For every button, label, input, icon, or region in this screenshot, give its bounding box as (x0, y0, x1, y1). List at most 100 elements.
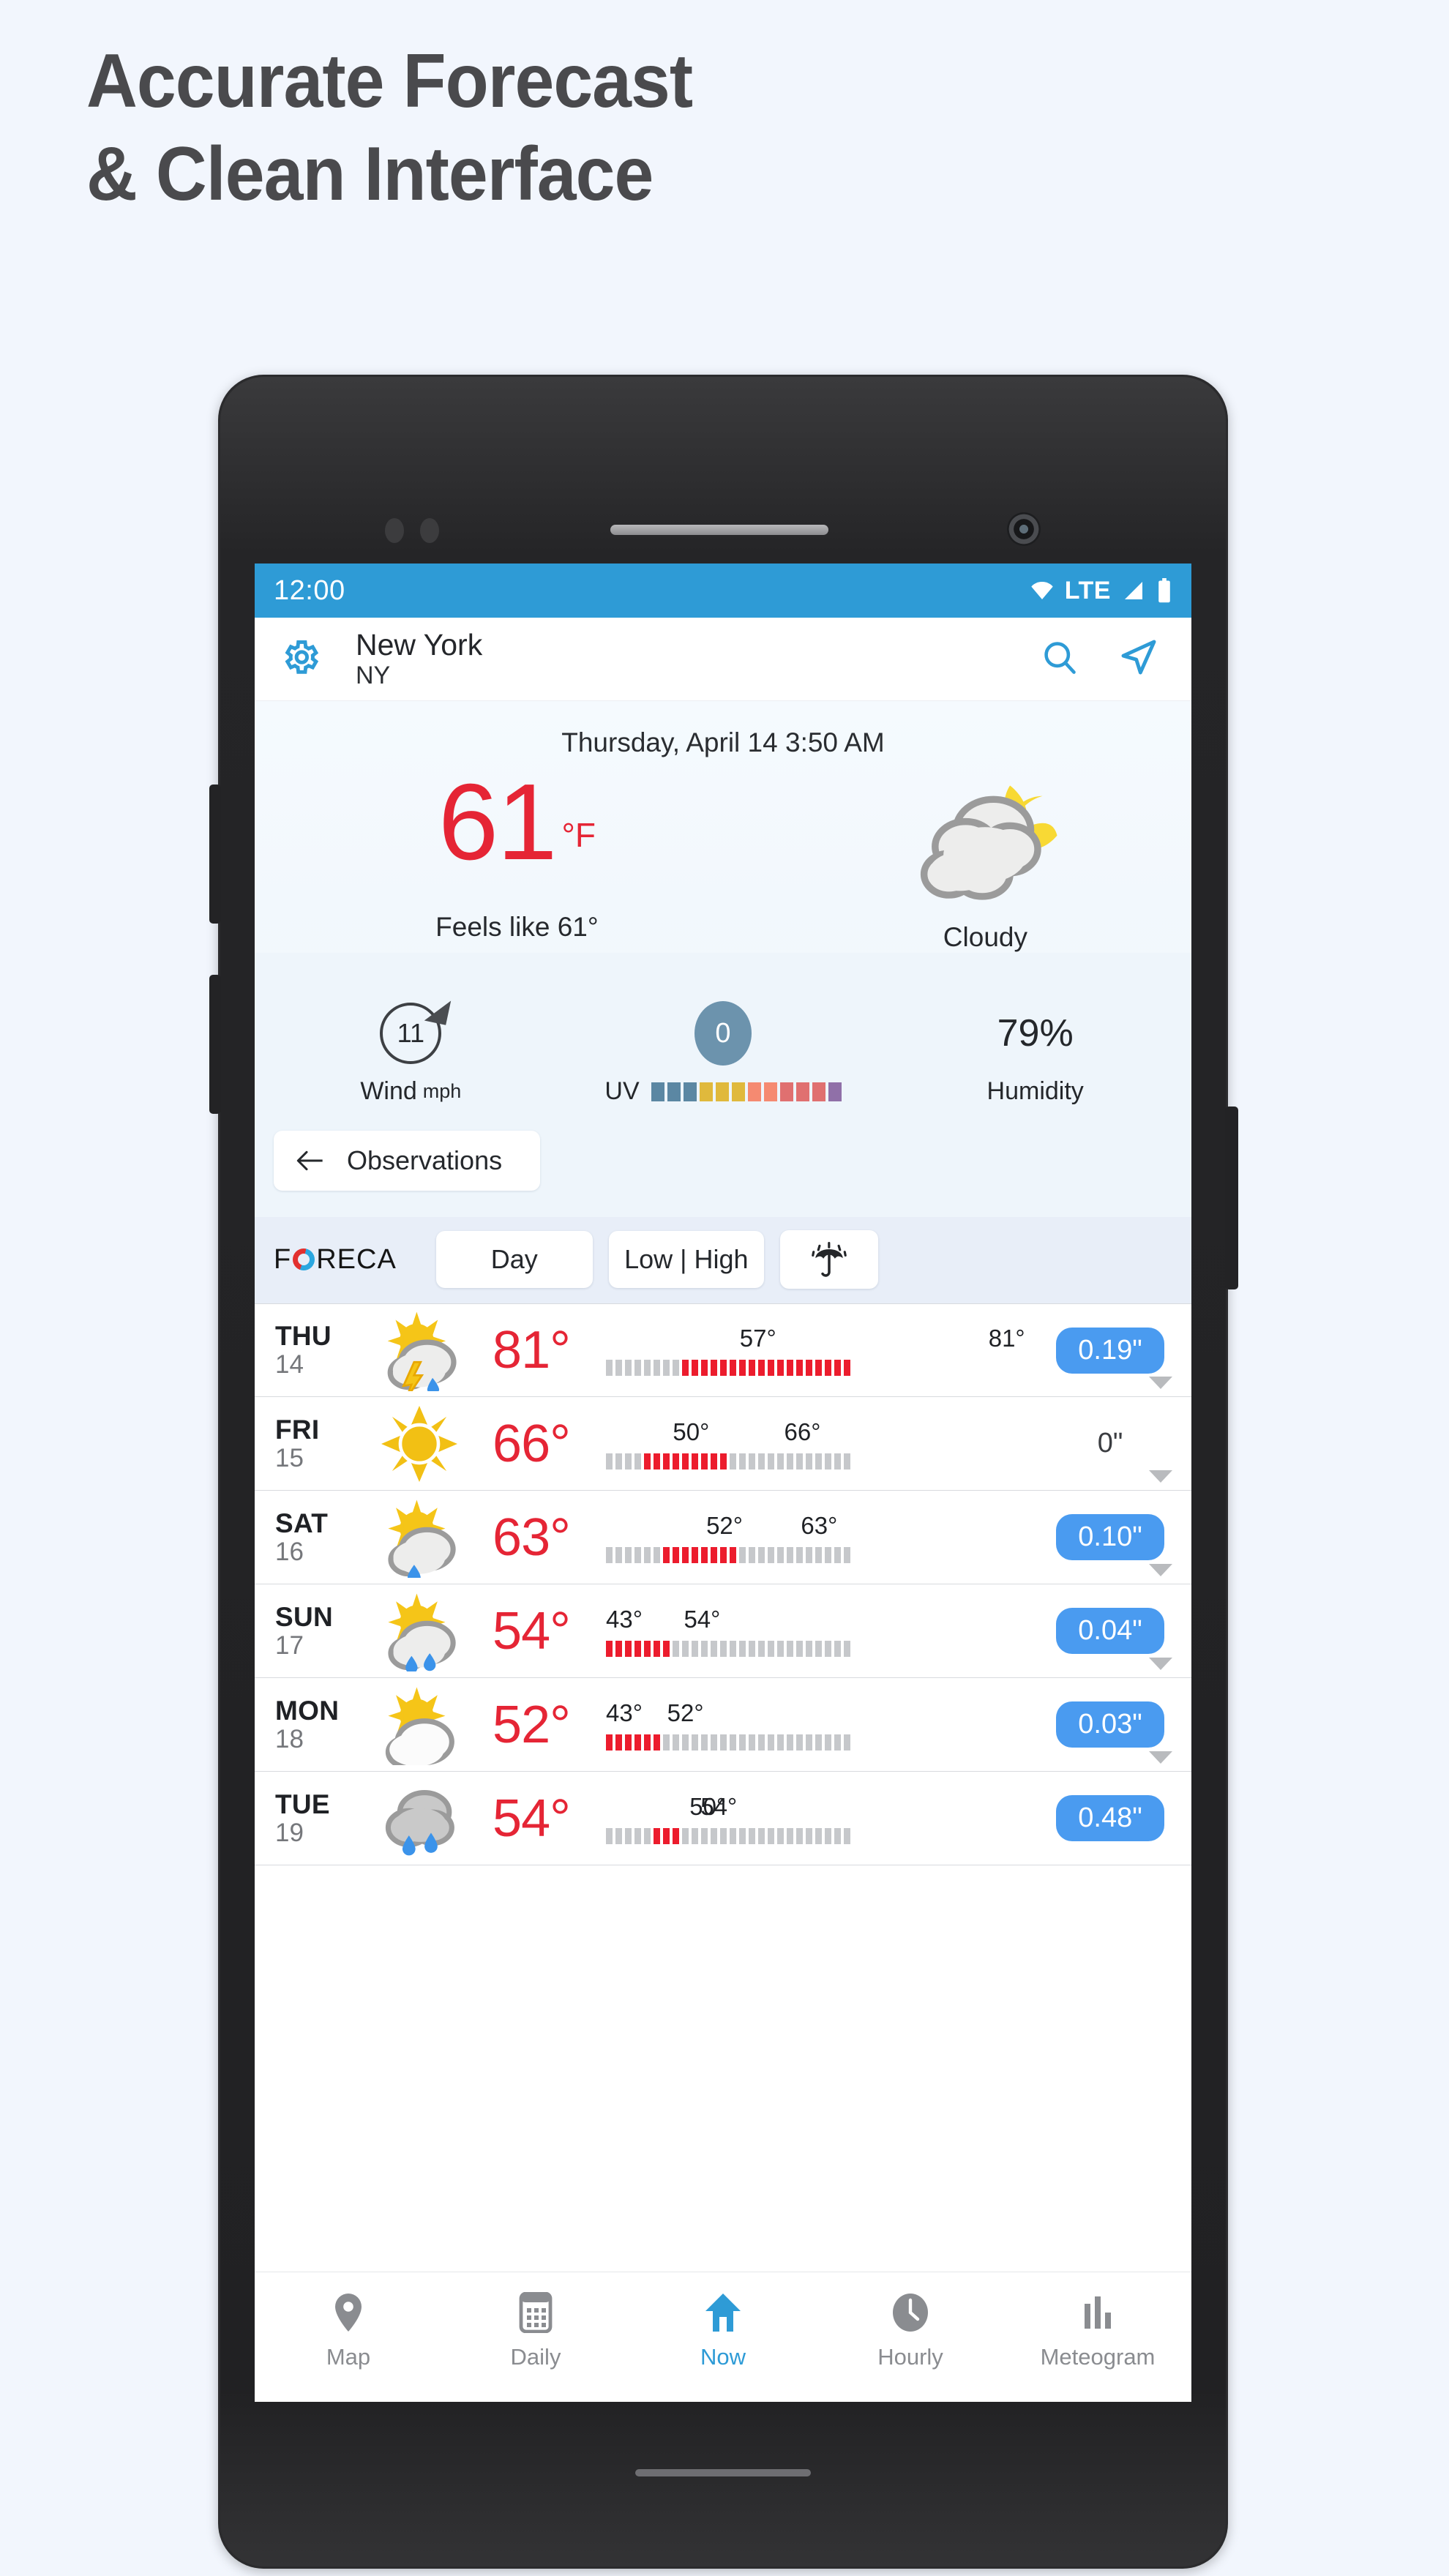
tick (682, 1827, 689, 1844)
table-row[interactable]: FRI 15 66° 50° 66° 0" (255, 1397, 1191, 1491)
row-range-bar (606, 1734, 1041, 1751)
uv-scale-segment (683, 1082, 697, 1101)
tick (682, 1453, 689, 1469)
tick (644, 1453, 651, 1469)
tick (777, 1453, 784, 1469)
cloudy-night-icon (779, 777, 1191, 909)
tick (701, 1453, 708, 1469)
front-camera-icon (1007, 512, 1041, 546)
tick (615, 1734, 622, 1751)
status-time: 12:00 (274, 574, 345, 606)
foreca-logo-ring-icon (293, 1248, 315, 1270)
tick (634, 1827, 641, 1844)
expand-chevron-icon[interactable] (1149, 1751, 1172, 1764)
app-bar: New York NY (255, 618, 1191, 701)
expand-chevron-icon[interactable] (1149, 1377, 1172, 1389)
current-main: 61 °F Feels like 61° Cloudy (255, 763, 1191, 953)
tick (673, 1640, 679, 1657)
search-icon (1044, 642, 1076, 674)
tick (634, 1453, 641, 1469)
tick (625, 1546, 632, 1563)
row-day-date: 16 (275, 1537, 304, 1566)
row-low-temp: 52° (706, 1511, 743, 1539)
tab-low-high[interactable]: Low | High (608, 1231, 764, 1288)
expand-chevron-icon[interactable] (1149, 1658, 1172, 1670)
tick (768, 1453, 774, 1469)
tick (654, 1734, 660, 1751)
tick (625, 1360, 632, 1376)
nav-label-now: Now (700, 2344, 746, 2370)
network-type: LTE (1064, 576, 1111, 604)
row-precipitation: 0.48" (1045, 1795, 1175, 1841)
nav-item-map[interactable]: Map (255, 2288, 442, 2370)
table-row[interactable]: TUE 19 54° 50° 54° 0.48" (255, 1772, 1191, 1865)
observations-button[interactable]: Observations (274, 1131, 541, 1191)
tick (768, 1640, 774, 1657)
tick (682, 1734, 689, 1751)
metrics-row: 11 Wind mph 0 UV 79% Humidity (255, 953, 1191, 1125)
tick (834, 1734, 841, 1751)
table-row[interactable]: SUN 17 54° 43° 54° 0.04" (255, 1584, 1191, 1678)
phone-button-left-upper[interactable] (209, 785, 221, 924)
locate-button[interactable] (1118, 637, 1159, 681)
phone-button-right[interactable] (1225, 1107, 1238, 1289)
humidity-value: 79% (997, 1012, 1074, 1055)
row-temp-range: 50° 66° (596, 1418, 1045, 1469)
tick (673, 1546, 679, 1563)
metric-wind[interactable]: 11 Wind mph (255, 996, 567, 1106)
row-temperature: 81° (493, 1321, 571, 1379)
nav-item-hourly[interactable]: Hourly (817, 2288, 1004, 2370)
row-temp-range: 50° 54° (596, 1793, 1045, 1844)
tick (844, 1453, 850, 1469)
metric-humidity[interactable]: 79% Humidity (879, 1000, 1191, 1106)
table-row[interactable]: THU 14 81° 57° 81° 0.19" (255, 1303, 1191, 1397)
tick (644, 1640, 651, 1657)
precip-value: 0" (1097, 1428, 1123, 1459)
nav-item-meteogram[interactable]: Meteogram (1004, 2288, 1191, 2370)
foreca-logo-post: RECA (316, 1243, 397, 1275)
table-row[interactable]: SAT 16 63° 52° 63° 0.10" (255, 1491, 1191, 1584)
metric-uv[interactable]: 0 UV (567, 1000, 880, 1106)
tick (730, 1360, 736, 1376)
search-button[interactable] (1041, 638, 1079, 680)
nav-item-daily[interactable]: Daily (442, 2288, 629, 2370)
app-bar-actions (1041, 637, 1167, 681)
expand-chevron-icon[interactable] (1149, 1564, 1172, 1576)
uv-label-group: UV (567, 1077, 880, 1106)
tick (644, 1360, 651, 1376)
promo-screenshot: Accurate Forecast & Clean Interface 12:0… (0, 0, 1449, 2576)
row-day-date: 17 (275, 1630, 304, 1660)
wind-value: 11 (397, 1018, 425, 1048)
row-high-temp: 81° (988, 1325, 1025, 1352)
phone-button-left-lower[interactable] (209, 975, 221, 1114)
tick (615, 1453, 622, 1469)
location-title[interactable]: New York NY (356, 628, 482, 690)
nav-item-now[interactable]: Now (629, 2288, 817, 2370)
tab-day[interactable]: Day (435, 1231, 593, 1288)
tick (644, 1546, 651, 1563)
tick (682, 1640, 689, 1657)
tick (815, 1827, 822, 1844)
tick (730, 1827, 736, 1844)
row-range-labels: 52° 63° (606, 1512, 1041, 1543)
settings-button[interactable] (280, 637, 321, 681)
row-day-date: 15 (275, 1443, 304, 1472)
tab-precipitation[interactable] (779, 1230, 878, 1289)
tick (606, 1546, 613, 1563)
tick (720, 1360, 727, 1376)
tick (815, 1734, 822, 1751)
row-range-labels: 57° 81° (606, 1325, 1041, 1355)
tick (692, 1360, 698, 1376)
table-row[interactable]: MON 18 52° 43° 52° 0.03" (255, 1678, 1191, 1772)
expand-chevron-icon[interactable] (1149, 1470, 1172, 1483)
row-day-block: SUN 17 (275, 1602, 372, 1660)
tick (825, 1827, 831, 1844)
tick (711, 1734, 717, 1751)
map-pin-icon (255, 2288, 442, 2337)
tick (615, 1546, 622, 1563)
precip-badge: 0.04" (1056, 1608, 1164, 1654)
row-day-abbr: SAT (275, 1508, 329, 1538)
nav-label-hourly: Hourly (877, 2344, 943, 2370)
tick (730, 1546, 736, 1563)
tick (777, 1734, 784, 1751)
